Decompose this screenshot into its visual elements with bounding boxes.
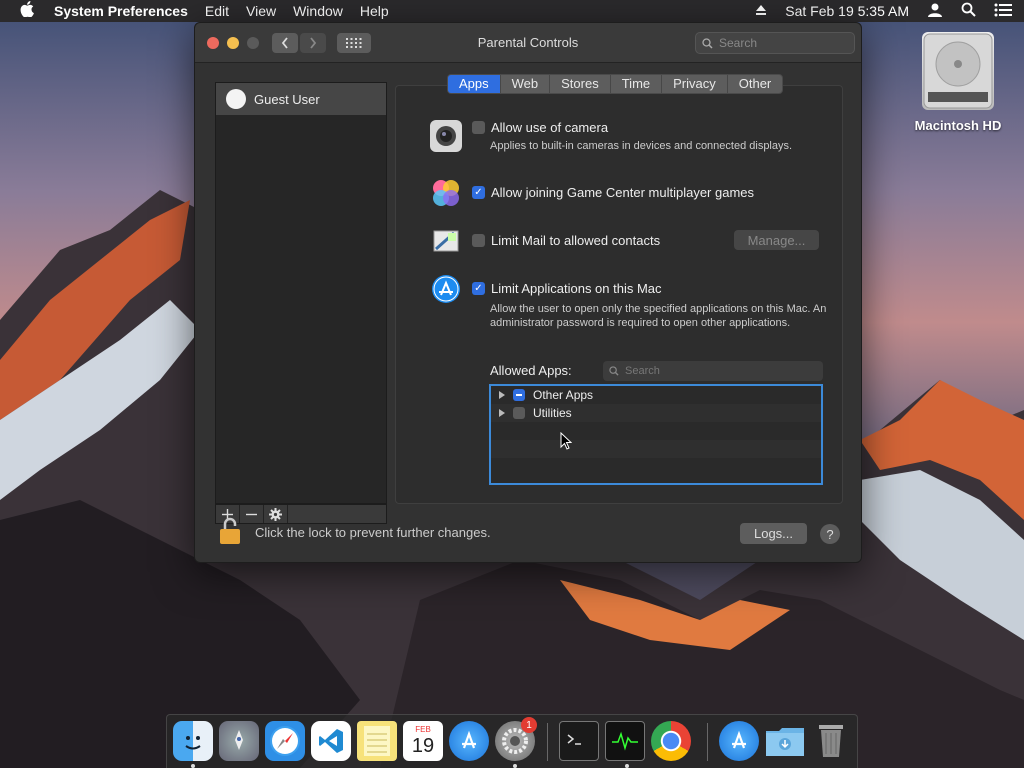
game-center-checkbox[interactable]: ✓ xyxy=(472,186,485,199)
notes-icon[interactable] xyxy=(357,721,397,761)
vscode-icon[interactable] xyxy=(311,721,351,761)
game-center-icon xyxy=(430,177,462,209)
game-center-label: Allow joining Game Center multiplayer ga… xyxy=(491,185,755,200)
empty-row xyxy=(491,422,821,440)
avatar xyxy=(226,89,246,109)
lock-status-text: Click the lock to prevent further change… xyxy=(255,525,491,540)
menu-view[interactable]: View xyxy=(246,3,276,19)
camera-description: Applies to built-in cameras in devices a… xyxy=(490,140,793,152)
unchecked-checkbox[interactable] xyxy=(513,407,525,419)
window-titlebar[interactable]: Parental Controls Search xyxy=(195,23,861,63)
launchpad-icon[interactable] xyxy=(219,721,259,761)
limit-apps-label: Limit Applications on this Mac xyxy=(491,281,662,296)
camera-icon xyxy=(430,120,462,152)
empty-row xyxy=(491,440,821,458)
allowed-apps-list[interactable]: Other Apps Utilities xyxy=(489,384,823,485)
menubar-clock[interactable]: Sat Feb 19 5:35 AM xyxy=(785,3,909,19)
limit-apps-checkbox[interactable]: ✓ xyxy=(472,282,485,295)
app-group-name: Utilities xyxy=(533,406,572,420)
list-item[interactable]: Other Apps xyxy=(491,386,821,404)
user-name: Guest User xyxy=(254,91,320,107)
apple-menu-icon[interactable] xyxy=(20,1,40,21)
unlocked-padlock-icon[interactable] xyxy=(219,517,241,548)
help-button[interactable]: ? xyxy=(820,524,840,544)
running-indicator xyxy=(513,764,517,768)
user-icon[interactable] xyxy=(927,2,943,21)
notification-badge: 1 xyxy=(521,717,537,733)
activity-monitor-icon[interactable] xyxy=(605,721,645,761)
tab-other[interactable]: Other xyxy=(728,75,783,93)
camera-label: Allow use of camera xyxy=(491,120,609,135)
hard-disk-icon xyxy=(922,32,994,110)
dock-separator xyxy=(547,723,548,761)
tab-time[interactable]: Time xyxy=(611,75,663,93)
menu-bar: System Preferences Edit View Window Help… xyxy=(0,0,1024,22)
app-store-dock-icon[interactable] xyxy=(449,721,489,761)
mail-option[interactable]: Limit Mail to allowed contacts xyxy=(472,233,660,248)
disclosure-triangle-icon[interactable] xyxy=(499,409,505,417)
menu-app-name[interactable]: System Preferences xyxy=(54,3,188,19)
app-store-icon xyxy=(430,273,462,305)
eject-icon[interactable] xyxy=(755,3,767,19)
tab-web[interactable]: Web xyxy=(501,75,551,93)
finder-icon[interactable] xyxy=(173,721,213,761)
downloads-folder-icon[interactable] xyxy=(765,721,805,761)
menu-edit[interactable]: Edit xyxy=(205,3,229,19)
dock-separator xyxy=(707,723,708,761)
logs-button[interactable]: Logs... xyxy=(740,523,807,544)
terminal-icon[interactable] xyxy=(559,721,599,761)
allowed-apps-search-placeholder: Search xyxy=(625,365,660,377)
user-list[interactable]: Guest User xyxy=(215,82,387,504)
lock-row: Click the lock to prevent further change… xyxy=(219,517,491,548)
calendar-day: 19 xyxy=(411,735,435,757)
tab-bar: Apps Web Stores Time Privacy Other xyxy=(447,74,784,94)
preferences-search-field[interactable]: Search xyxy=(695,32,855,54)
empty-row xyxy=(491,458,821,476)
menu-window[interactable]: Window xyxy=(293,3,343,19)
allowed-apps-search-field[interactable]: Search xyxy=(603,361,823,381)
mixed-checkbox[interactable] xyxy=(513,389,525,401)
search-placeholder: Search xyxy=(719,36,758,50)
macintosh-hd-label: Macintosh HD xyxy=(914,118,1002,133)
limit-apps-option[interactable]: ✓ Limit Applications on this Mac xyxy=(472,281,662,296)
camera-checkbox[interactable] xyxy=(472,121,485,134)
macintosh-hd-desktop-icon[interactable]: Macintosh HD xyxy=(912,32,1004,133)
mail-checkbox[interactable] xyxy=(472,234,485,247)
running-indicator xyxy=(625,764,629,768)
mouse-pointer-icon xyxy=(560,431,573,453)
disclosure-triangle-icon[interactable] xyxy=(499,391,505,399)
limit-apps-description: Allow the user to open only the specifie… xyxy=(490,303,827,329)
chrome-icon[interactable] xyxy=(651,721,691,761)
mail-label: Limit Mail to allowed contacts xyxy=(491,233,661,248)
search-icon xyxy=(609,366,619,376)
game-center-option[interactable]: ✓ Allow joining Game Center multiplayer … xyxy=(472,185,754,200)
manage-button[interactable]: Manage... xyxy=(734,230,819,250)
calendar-month: FEB xyxy=(415,725,431,734)
running-indicator xyxy=(191,764,195,768)
menu-help[interactable]: Help xyxy=(360,3,389,19)
parental-controls-window: Parental Controls Search Guest User Apps… xyxy=(194,22,862,563)
spotlight-search-icon[interactable] xyxy=(961,2,976,20)
camera-option[interactable]: Allow use of camera xyxy=(472,120,608,135)
search-icon xyxy=(702,37,713,49)
trash-icon[interactable] xyxy=(811,721,851,761)
list-item[interactable]: Utilities xyxy=(491,404,821,422)
applications-stack-icon[interactable] xyxy=(719,721,759,761)
calendar-icon[interactable]: FEB 19 xyxy=(403,721,443,761)
app-group-name: Other Apps xyxy=(533,388,594,402)
user-list-item-guest[interactable]: Guest User xyxy=(216,83,386,115)
dock: FEB 19 1 xyxy=(166,714,858,768)
mail-icon xyxy=(430,225,462,257)
safari-icon[interactable] xyxy=(265,721,305,761)
tab-privacy[interactable]: Privacy xyxy=(662,75,728,93)
tab-apps[interactable]: Apps xyxy=(448,75,501,93)
allowed-apps-label: Allowed Apps: xyxy=(490,363,572,378)
notification-center-icon[interactable] xyxy=(994,3,1012,20)
tab-stores[interactable]: Stores xyxy=(550,75,611,93)
